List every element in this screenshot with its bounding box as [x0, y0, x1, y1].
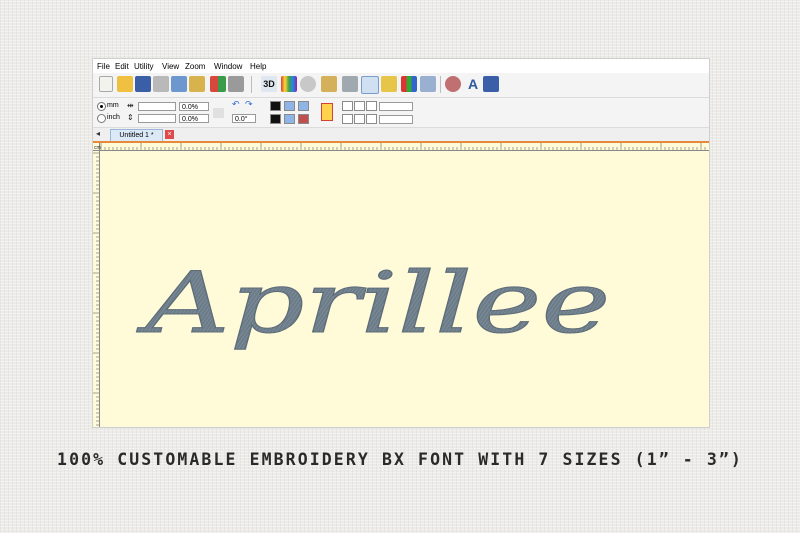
menu-view[interactable]: View: [162, 62, 179, 71]
lettering-icon[interactable]: A: [465, 76, 481, 92]
space-bottom-icon[interactable]: [366, 114, 377, 124]
main-toolbar: 3D A: [93, 73, 709, 98]
thread-colors-icon[interactable]: [401, 76, 417, 92]
promo-caption: 100% CUSTOMABLE EMBROIDERY BX FONT WITH …: [57, 450, 743, 469]
arrange-icon[interactable]: [228, 76, 244, 92]
spacing-h-input[interactable]: [379, 102, 413, 111]
height-input[interactable]: [138, 114, 176, 123]
width-percent-input[interactable]: 0.0%: [179, 102, 209, 111]
menu-bar: File Edit Utility View Zoom Window Help: [93, 59, 709, 73]
distribute-icon[interactable]: [298, 101, 309, 111]
align-center-icon[interactable]: [284, 114, 295, 124]
menu-utility[interactable]: Utility: [134, 62, 154, 71]
space-middle-icon[interactable]: [354, 114, 365, 124]
mm-radio[interactable]: [97, 102, 106, 111]
paste-icon[interactable]: [189, 76, 205, 92]
color-palette-icon[interactable]: [281, 76, 297, 92]
space-right-icon[interactable]: [366, 101, 377, 111]
document-tabbar: ◂ Untitled 1 * ×: [93, 128, 709, 143]
inch-radio[interactable]: [97, 114, 106, 123]
angle-input[interactable]: 0.0°: [232, 114, 256, 123]
zoom-icon[interactable]: [300, 76, 316, 92]
image-icon[interactable]: [381, 76, 397, 92]
height-arrows-icon: ⇕: [127, 113, 134, 122]
inch-label: inch: [107, 114, 120, 121]
space-center-icon[interactable]: [354, 101, 365, 111]
toolbar-separator: [440, 76, 441, 93]
properties-toolbar: mm inch ⇹ 0.0% ⇕ 0.0% ↶ ↷ 0.0°: [93, 98, 709, 128]
tab-scroll-left-icon[interactable]: ◂: [96, 129, 100, 138]
help-icon[interactable]: [321, 103, 333, 121]
copy-icon[interactable]: [171, 76, 187, 92]
center-icon[interactable]: [284, 101, 295, 111]
lock-icon[interactable]: [213, 108, 224, 118]
menu-help[interactable]: Help: [250, 62, 266, 71]
rotate-ccw-icon[interactable]: ↶: [232, 99, 240, 110]
width-input[interactable]: [138, 102, 176, 111]
space-left-icon[interactable]: [342, 101, 353, 111]
design-layer: Aprillee: [135, 254, 611, 353]
mm-label: mm: [107, 102, 119, 109]
menu-zoom[interactable]: Zoom: [185, 62, 205, 71]
settings-icon[interactable]: [445, 76, 461, 92]
app-window: File Edit Utility View Zoom Window Help …: [92, 58, 710, 428]
menu-window[interactable]: Window: [214, 62, 242, 71]
open-icon[interactable]: [117, 76, 133, 92]
rotate-cw-icon[interactable]: ↷: [245, 99, 253, 110]
new-icon[interactable]: [99, 76, 113, 92]
3d-view-icon[interactable]: 3D: [261, 76, 277, 92]
embroidery-text[interactable]: Aprillee: [135, 254, 611, 353]
cut-icon[interactable]: [298, 114, 309, 124]
align-left-icon[interactable]: [270, 114, 281, 124]
export-icon[interactable]: [483, 76, 499, 92]
print-icon[interactable]: [153, 76, 169, 92]
menu-edit[interactable]: Edit: [115, 62, 129, 71]
mirror-icon[interactable]: [210, 76, 226, 92]
tab-untitled-1[interactable]: Untitled 1 *: [110, 129, 163, 141]
width-arrows-icon: ⇹: [127, 101, 134, 110]
align-top-icon[interactable]: [270, 101, 281, 111]
height-percent-input[interactable]: 0.0%: [179, 114, 209, 123]
grid-icon[interactable]: [420, 76, 436, 92]
select-icon[interactable]: [361, 76, 379, 94]
save-icon[interactable]: [135, 76, 151, 92]
spacing-v-input[interactable]: [379, 115, 413, 124]
tab-close-icon[interactable]: ×: [165, 130, 174, 139]
menu-file[interactable]: File: [97, 62, 110, 71]
space-top-icon[interactable]: [342, 114, 353, 124]
toolbar-separator: [251, 76, 252, 93]
ruler-icon[interactable]: [321, 76, 337, 92]
design-canvas[interactable]: cm Aprillee: [93, 143, 709, 427]
plane-icon[interactable]: [342, 76, 358, 92]
